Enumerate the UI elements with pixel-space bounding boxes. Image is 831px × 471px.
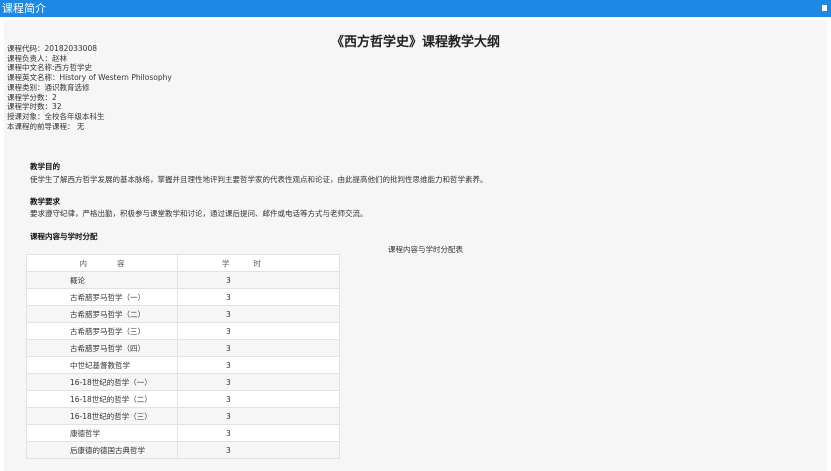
course-hours: 课程学时数：32 — [7, 102, 62, 112]
table-row: 古希腊罗马哲学（三） 3 — [26, 322, 340, 340]
table-row: 古希腊罗马哲学（二） 3 — [26, 305, 340, 323]
syllabus-panel: 《西方哲学史》课程教学大纲 课程代码：20182033008 课程负责人：赵林 … — [4, 20, 827, 471]
hours-table: 内容 学时 概论 3 古希腊罗马哲学（一） 3 古希腊罗马哲学（二） 3 古希腊罗马哲… — [26, 254, 340, 459]
table-row: 后康德的德国古典哲学 3 — [26, 441, 340, 459]
purpose-text: 使学生了解西方哲学发展的基本脉络，掌握并且理性地评判主要哲学家的代表性观点和论证… — [30, 175, 488, 184]
course-credits: 课程学分数：2 — [7, 92, 57, 102]
cell-content: 概论 — [26, 271, 178, 289]
requirements-text: 要求遵守纪律，严格出勤，积极参与课堂教学和讨论，通过课后提问、邮件或电话等方式与… — [30, 209, 368, 218]
table-row: 古希腊罗马哲学（四） 3 — [26, 339, 340, 357]
column-header-content: 内容 — [79, 258, 155, 268]
purpose-heading: 教学目的 — [30, 162, 60, 171]
cell-hours: 3 — [177, 288, 340, 306]
cell-content: 后康德的德国古典哲学 — [26, 441, 178, 459]
cell-hours: 3 — [177, 322, 340, 340]
table-row: 16-18世纪的哲学（二） 3 — [26, 390, 340, 408]
course-category: 课程类别：通识教育选修 — [7, 82, 90, 92]
cell-hours: 3 — [177, 305, 340, 323]
course-name-en: 课程英文名称：History of Western Philosophy — [7, 73, 172, 83]
column-header-hours: 学时 — [222, 258, 285, 268]
table-row: 16-18世纪的哲学（一） 3 — [26, 373, 340, 391]
course-prerequisite: 本课程的前导课程： 无 — [7, 121, 85, 131]
course-name-zh: 课程中文名称:西方哲学史 — [7, 63, 93, 73]
cell-content: 16-18世纪的哲学（三） — [26, 407, 178, 425]
cell-content: 16-18世纪的哲学（一） — [26, 373, 178, 391]
cell-content: 16-18世纪的哲学（二） — [26, 390, 178, 408]
cell-hours: 3 — [177, 339, 340, 357]
cell-content: 康德哲学 — [26, 424, 178, 442]
hours-table-wrapper: 内容 学时 概论 3 古希腊罗马哲学（一） 3 古希腊罗马哲学（二） 3 古希腊罗马哲… — [26, 254, 340, 459]
course-lead: 课程负责人：赵林 — [7, 53, 67, 63]
panel-title: 课程简介 — [2, 2, 46, 15]
table-row: 16-18世纪的哲学（三） 3 — [26, 407, 340, 425]
course-code: 课程代码：20182033008 — [7, 44, 97, 53]
course-info: 课程代码：20182033008 课程负责人：赵林 课程中文名称:西方哲学史 课… — [7, 44, 172, 131]
cell-content: 古希腊罗马哲学（二） — [26, 305, 178, 323]
cell-hours: 3 — [177, 271, 340, 289]
allocation-heading: 课程内容与学时分配 — [30, 232, 98, 241]
table-row: 古希腊罗马哲学（一） 3 — [26, 288, 340, 306]
cell-hours: 3 — [177, 441, 340, 459]
cell-hours: 3 — [177, 373, 340, 391]
table-caption: 课程内容与学时分配表 — [388, 245, 463, 254]
cell-content: 古希腊罗马哲学（一） — [26, 288, 178, 306]
table-row: 康德哲学 3 — [26, 424, 340, 442]
cell-hours: 3 — [177, 356, 340, 374]
cell-hours: 3 — [177, 390, 340, 408]
table-row: 概论 3 — [26, 271, 340, 289]
requirements-heading: 教学要求 — [30, 197, 60, 206]
course-audience: 授课对象：全校各年级本科生 — [7, 111, 105, 121]
panel-header: 课程简介 — [0, 0, 831, 17]
cell-content: 古希腊罗马哲学（四） — [26, 339, 178, 357]
cell-content: 古希腊罗马哲学（三） — [26, 322, 178, 340]
cell-hours: 3 — [177, 424, 340, 442]
table-row: 中世纪基督教哲学 3 — [26, 356, 340, 374]
table-header-row: 内容 学时 — [26, 254, 340, 272]
cell-content: 中世纪基督教哲学 — [26, 356, 178, 374]
collapse-handle-icon[interactable] — [822, 5, 827, 11]
cell-hours: 3 — [177, 407, 340, 425]
